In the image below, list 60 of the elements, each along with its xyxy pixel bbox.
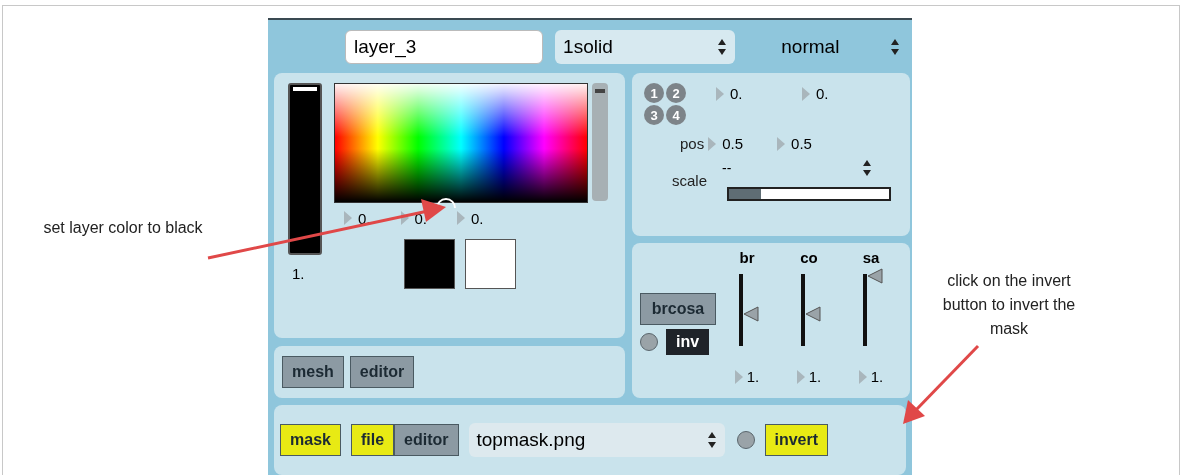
slider-value[interactable]: 1.: [808, 368, 822, 385]
mask-button[interactable]: editor: [394, 424, 459, 456]
annotation-text: set layer color to black: [42, 218, 204, 238]
number-badge[interactable]: 4: [666, 105, 686, 125]
triangle-icon: [777, 136, 786, 151]
inv-button[interactable]: inv: [666, 329, 710, 355]
triangle-icon: [802, 86, 810, 101]
stepper-arrows-icon: [890, 38, 900, 56]
mask-button[interactable]: file: [350, 424, 395, 456]
brcosa-button[interactable]: brcosa: [640, 293, 716, 325]
triangle-icon: [858, 369, 867, 384]
triangle-icon: [400, 211, 409, 225]
triangle-icon: [344, 211, 352, 225]
number-value[interactable]: 0.5: [791, 135, 812, 152]
mask-file-dropdown[interactable]: topmask.png: [468, 423, 725, 457]
stepper-arrows-icon: [862, 159, 872, 177]
stepper-arrows-icon: [706, 431, 717, 449]
scrollbar[interactable]: [592, 83, 608, 201]
source-dropdown[interactable]: 1solid: [555, 30, 736, 64]
slider-thumb[interactable]: [805, 305, 821, 322]
triangle-icon: [796, 369, 805, 384]
slider-value[interactable]: 1.: [870, 368, 884, 385]
slider-thumb[interactable]: [867, 268, 883, 285]
scale-bar[interactable]: [727, 187, 891, 201]
number-value[interactable]: 0.: [471, 209, 484, 227]
slider-label: sa: [862, 249, 880, 266]
picker-cursor-icon: [435, 196, 457, 208]
triangle-icon: [734, 369, 743, 384]
number-badge[interactable]: 2: [666, 83, 686, 103]
annotation-text: click on the invert button to invert the mask: [941, 271, 1077, 339]
number-value[interactable]: 0.: [730, 85, 743, 102]
triangle-icon: [716, 86, 724, 101]
blend-mode-dropdown[interactable]: normal: [775, 36, 906, 58]
slider-label: br: [739, 249, 755, 266]
scale-value[interactable]: --: [722, 160, 842, 176]
triangle-icon: [457, 211, 466, 225]
slider-label: co: [800, 249, 818, 266]
color-swatch[interactable]: [465, 239, 516, 289]
brightness-value: 1.: [291, 265, 305, 282]
mask-button[interactable]: mask: [280, 424, 341, 456]
number-value[interactable]: 0.: [816, 85, 829, 102]
number-value[interactable]: 0.5: [722, 135, 744, 152]
number-value[interactable]: 0.: [414, 209, 428, 227]
layer-name-field[interactable]: layer_3: [345, 30, 544, 64]
mesh-button[interactable]: editor: [349, 356, 415, 388]
invert-button[interactable]: invert: [764, 424, 829, 456]
number-value[interactable]: 0.: [358, 209, 371, 227]
stepper-arrows-icon: [717, 38, 728, 56]
mesh-button[interactable]: mesh: [282, 356, 344, 388]
triangle-icon: [708, 136, 717, 151]
slider-thumb[interactable]: [743, 305, 759, 322]
number-badge[interactable]: 3: [644, 105, 664, 125]
number-badge[interactable]: 1: [644, 83, 664, 103]
color-swatch[interactable]: [404, 239, 455, 289]
pos-label: pos: [680, 135, 705, 152]
toggle[interactable]: [640, 333, 658, 351]
scale-label: scale: [672, 172, 709, 189]
toggle[interactable]: [736, 431, 755, 449]
slider-value[interactable]: 1.: [746, 368, 760, 385]
brightness-slider[interactable]: [288, 83, 322, 255]
